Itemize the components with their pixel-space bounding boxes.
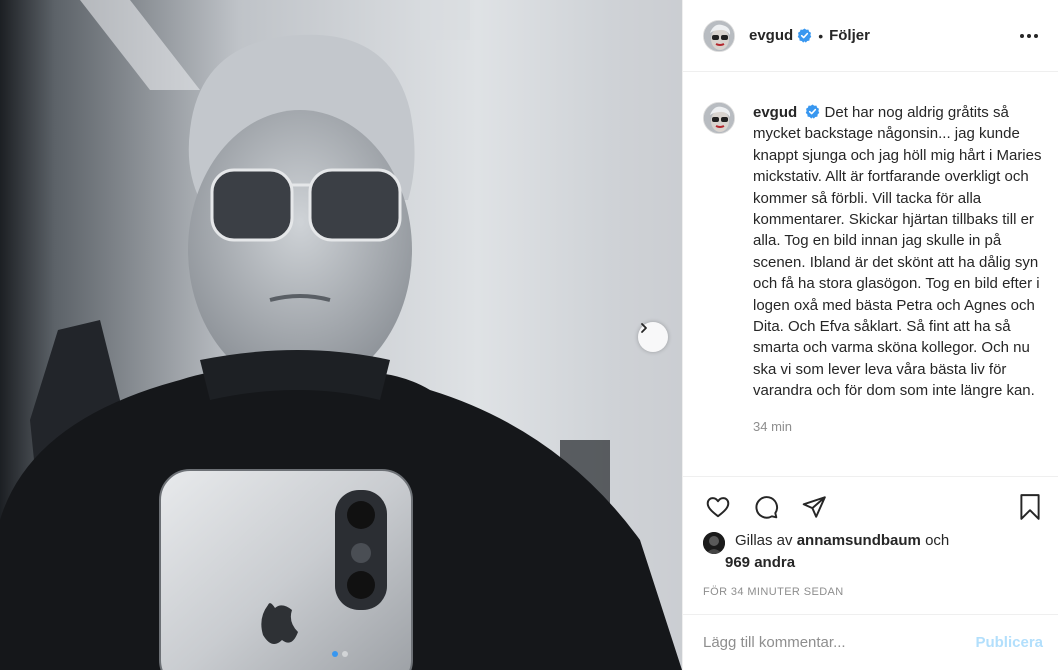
caption-text: Det har nog aldrig gråtits så mycket bac… xyxy=(753,104,1042,400)
like-button[interactable] xyxy=(705,494,731,520)
carousel-next-button[interactable] xyxy=(638,322,668,352)
caption-timestamp[interactable]: 34 min xyxy=(753,416,1047,437)
post-timestamp[interactable]: FÖR 34 MINUTER SEDAN xyxy=(703,586,844,598)
paper-plane-icon xyxy=(802,495,826,518)
likes-count-button[interactable]: 969 andra xyxy=(725,552,949,574)
more-options-icon[interactable] xyxy=(1016,28,1042,44)
comment-bubble-icon xyxy=(755,495,778,519)
post-photo[interactable] xyxy=(0,0,682,670)
heart-icon xyxy=(706,496,730,517)
comment-input[interactable] xyxy=(703,634,976,651)
publish-comment-button[interactable]: Publicera xyxy=(975,634,1043,651)
follow-separator: • xyxy=(818,27,824,44)
verified-badge-icon xyxy=(806,104,820,119)
photo-illustration xyxy=(0,0,682,670)
caption-username[interactable]: evgud xyxy=(753,104,797,121)
likes-text: Gillas av annamsundbaum och 969 andra xyxy=(725,530,950,574)
carousel-dot xyxy=(342,651,348,657)
liker-username[interactable]: annamsundbaum xyxy=(797,532,921,549)
following-button[interactable]: Följer xyxy=(829,27,870,44)
liker-avatar[interactable] xyxy=(703,532,725,554)
avatar-image xyxy=(704,103,734,133)
chevron-right-icon xyxy=(641,323,647,333)
carousel-indicator xyxy=(332,651,348,657)
likes-prefix: Gillas av xyxy=(735,532,793,549)
likes-conjunction: och xyxy=(925,532,950,549)
comment-box: Publicera xyxy=(683,614,1058,670)
avatar-image xyxy=(704,20,734,51)
username-link[interactable]: evgud xyxy=(749,27,793,44)
caption-avatar[interactable] xyxy=(703,102,735,134)
post-caption: evgud Det har nog aldrig gråtits så myck… xyxy=(703,102,1047,437)
bookmark-icon xyxy=(1020,493,1040,520)
carousel-dot-active xyxy=(332,651,338,657)
comment-button[interactable] xyxy=(753,494,779,520)
share-button[interactable] xyxy=(801,494,827,520)
avatar-image xyxy=(703,532,725,554)
post-header: evgud • Följer xyxy=(683,0,1058,72)
likes-summary: Gillas av annamsundbaum och 969 andra xyxy=(703,530,1043,574)
avatar[interactable] xyxy=(703,19,735,52)
save-button[interactable] xyxy=(1017,493,1043,521)
caption-body: evgud Det har nog aldrig gråtits så myck… xyxy=(753,102,1047,437)
post-sidebar: evgud • Följer evgud Det har nog aldrig … xyxy=(682,0,1058,670)
verified-badge-icon xyxy=(797,28,812,43)
post-actions xyxy=(683,476,1058,536)
